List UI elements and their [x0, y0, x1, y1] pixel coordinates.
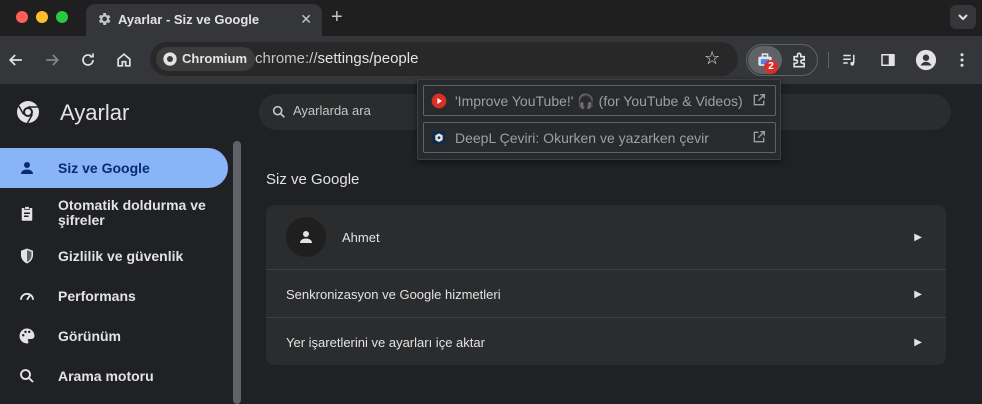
chromium-logo-icon: [17, 101, 39, 124]
sync-row-label: Senkronizasyon ve Google hizmetleri: [286, 287, 501, 302]
sidebar-item-label: Otomatik doldurma ve şifreler: [58, 197, 206, 228]
section-title: Siz ve Google: [266, 171, 360, 188]
minimize-window-button[interactable]: [36, 11, 48, 23]
home-button[interactable]: [112, 48, 136, 72]
import-row[interactable]: Yer işaretlerini ve ayarları içe aktar ▶: [266, 318, 946, 365]
tab-strip: Ayarlar - Siz ve Google ✕ +: [0, 0, 982, 36]
popup-item-label: DeepL Çeviri: Okurken ve yazarken çevir: [455, 130, 709, 146]
gear-icon: [98, 13, 111, 25]
puzzle-icon: [793, 52, 805, 68]
tab-search-button[interactable]: [950, 5, 976, 29]
site-chip[interactable]: Chromium: [156, 47, 255, 71]
url-path: settings/people: [317, 50, 419, 67]
forward-button[interactable]: [40, 48, 64, 72]
arrow-right-icon: [46, 54, 60, 66]
sidebar-item-label: Arama motoru: [58, 368, 154, 384]
sidebar-item-performance[interactable]: Performans: [0, 276, 228, 316]
reload-icon: [82, 53, 94, 66]
profile-name: Ahmet: [342, 230, 380, 245]
person-icon: [300, 231, 312, 243]
open-external-icon[interactable]: [751, 129, 767, 145]
maximize-window-button[interactable]: [56, 11, 68, 23]
side-panel-icon: [881, 54, 895, 66]
arrow-right-icon: ▶: [914, 337, 922, 348]
search-icon: [272, 105, 285, 118]
popup-item-deepl[interactable]: DeepL Çeviri: Okurken ve yazarken çevir: [423, 122, 776, 153]
sidebar-scrollbar[interactable]: [233, 141, 241, 404]
close-tab-icon[interactable]: ✕: [300, 11, 312, 28]
you-and-google-card: Ahmet ▶ Senkronizasyon ve Google hizmetl…: [266, 205, 946, 365]
tab-settings[interactable]: Ayarlar - Siz ve Google ✕: [86, 4, 322, 36]
reload-button[interactable]: [76, 48, 100, 72]
palette-icon: [19, 328, 35, 344]
sidebar-item-label: Performans: [58, 288, 136, 304]
deepl-icon: [432, 131, 446, 145]
clipboard-icon: [21, 206, 33, 221]
media-queue-icon: [843, 54, 855, 66]
side-panel-button[interactable]: [876, 48, 900, 72]
sidebar-item-privacy[interactable]: Gizlilik ve güvenlik: [0, 236, 228, 276]
back-button[interactable]: [4, 48, 28, 72]
url-text[interactable]: chrome://settings/people: [255, 50, 418, 67]
sync-row[interactable]: Senkronizasyon ve Google hizmetleri ▶: [266, 270, 946, 317]
toolbar: Chromium chrome://settings/people ☆: [0, 36, 982, 84]
omnibox[interactable]: Chromium chrome://settings/people ☆: [150, 42, 738, 76]
sidebar-item-you-and-google[interactable]: Siz ve Google: [0, 148, 228, 188]
arrow-left-icon: [8, 54, 22, 66]
toolbar-divider: [828, 52, 829, 68]
search-icon: [20, 369, 34, 383]
profile-row[interactable]: Ahmet ▶: [266, 205, 946, 269]
avatar: [286, 217, 326, 257]
person-icon: [21, 162, 33, 174]
popup-item-improve-youtube[interactable]: 'Improve YouTube!' 🎧 (for YouTube & Vide…: [423, 85, 776, 116]
site-chip-label: Chromium: [182, 51, 247, 66]
sidebar-item-label: Siz ve Google: [58, 160, 150, 176]
open-external-icon[interactable]: [751, 92, 767, 108]
sidebar: Ayarlar Siz ve Google Otomatik doldurma …: [0, 84, 240, 404]
media-controls-button[interactable]: [838, 48, 862, 72]
sidebar-item-appearance[interactable]: Görünüm: [0, 316, 228, 356]
arrow-right-icon: ▶: [914, 232, 922, 243]
popup-item-label: 'Improve YouTube!' 🎧 (for YouTube & Vide…: [455, 93, 743, 109]
youtube-play-icon: [431, 93, 447, 109]
bookmark-star-icon[interactable]: ☆: [704, 48, 720, 69]
avatar-icon: [915, 49, 937, 71]
url-host: chrome://: [255, 50, 318, 67]
extensions-button[interactable]: [788, 48, 812, 72]
extension-badge: 2: [764, 60, 778, 74]
sidebar-item-label: Görünüm: [58, 328, 121, 344]
chevron-down-icon: [958, 14, 968, 21]
profile-button[interactable]: [914, 48, 938, 72]
tab-title: Ayarlar - Siz ve Google: [118, 12, 260, 27]
sidebar-item-label: Gizlilik ve güvenlik: [58, 248, 184, 264]
new-tab-button[interactable]: +: [331, 6, 343, 29]
home-icon: [117, 53, 131, 67]
import-row-label: Yer işaretlerini ve ayarları içe aktar: [286, 335, 485, 350]
sidebar-item-search-engine[interactable]: Arama motoru: [0, 356, 228, 396]
menu-button[interactable]: [950, 48, 974, 72]
speedometer-icon: [20, 292, 34, 301]
more-vert-icon: [960, 53, 964, 67]
sidebar-item-autofill[interactable]: Otomatik doldurma ve şifreler: [0, 192, 228, 236]
extensions-popup: 'Improve YouTube!' 🎧 (for YouTube & Vide…: [417, 79, 781, 160]
close-window-button[interactable]: [16, 11, 28, 23]
chromium-icon: [163, 52, 177, 66]
settings-title: Ayarlar: [60, 100, 130, 125]
arrow-right-icon: ▶: [914, 289, 922, 300]
shield-icon: [21, 248, 33, 264]
